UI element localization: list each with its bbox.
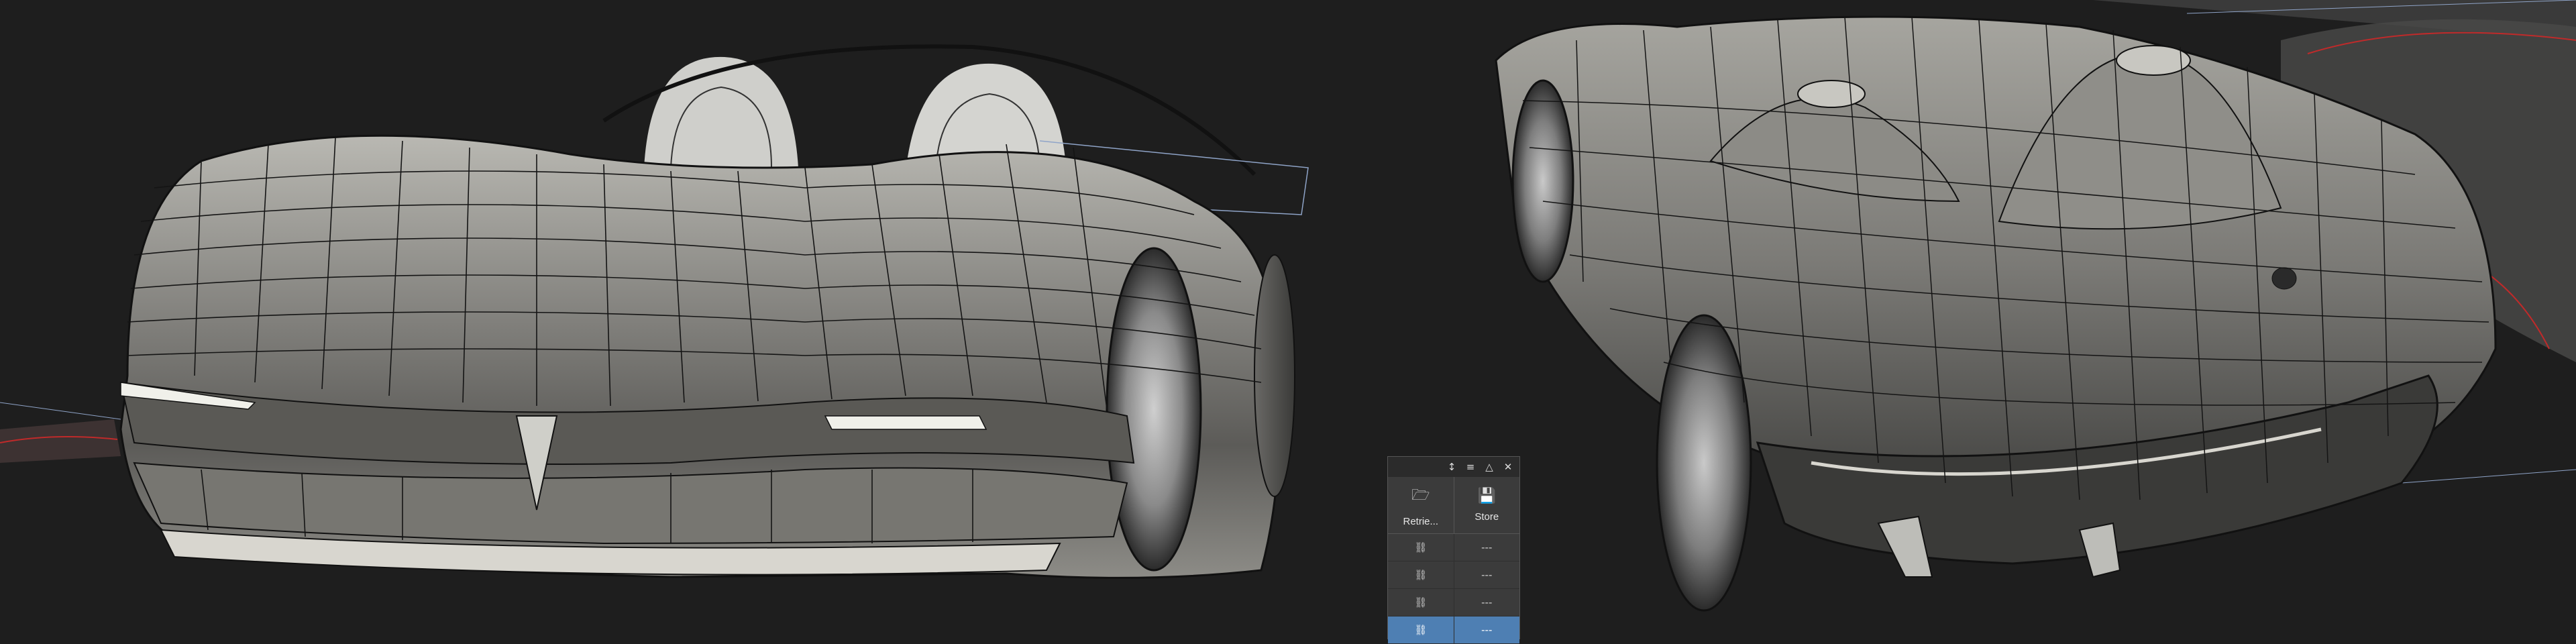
list-item[interactable]: ⛓ --- xyxy=(1388,561,1519,589)
triangle-icon[interactable]: △ xyxy=(1482,460,1497,474)
menu-icon[interactable]: ≡ xyxy=(1463,460,1478,474)
store-label: Store xyxy=(1474,511,1499,523)
close-icon[interactable]: ✕ xyxy=(1501,460,1515,474)
car-front-model xyxy=(0,44,1309,579)
panel-titlebar[interactable]: ↕ ≡ △ ✕ xyxy=(1388,457,1519,477)
item-value: --- xyxy=(1481,541,1493,553)
car-rear-model xyxy=(1495,0,2576,612)
item-value: --- xyxy=(1481,596,1493,608)
pin-icon[interactable]: ↕ xyxy=(1444,460,1459,474)
item-value: --- xyxy=(1481,624,1493,636)
list-item[interactable]: ⛓ --- xyxy=(1388,589,1519,616)
panel-toolbar: 🗁 Retrie... 💾 Store xyxy=(1388,477,1519,534)
save-icon: 💾 xyxy=(1477,488,1496,504)
viewport-front-view[interactable] xyxy=(0,0,1382,639)
stored-items-list: ⛓ --- ⛓ --- ⛓ --- ⛓ --- xyxy=(1388,534,1519,644)
store-button[interactable]: 💾 Store xyxy=(1454,477,1520,533)
link-icon[interactable]: ⛓ xyxy=(1388,589,1454,616)
item-value: --- xyxy=(1481,569,1493,581)
retrieve-label: Retrie... xyxy=(1403,515,1438,527)
link-icon[interactable]: ⛓ xyxy=(1388,561,1454,588)
folder-open-icon: 🗁 xyxy=(1411,486,1430,504)
retrieve-button[interactable]: 🗁 Retrie... xyxy=(1388,477,1454,533)
link-icon[interactable]: ⛓ xyxy=(1388,616,1454,643)
list-item[interactable]: ⛓ --- xyxy=(1388,534,1519,561)
link-icon[interactable]: ⛓ xyxy=(1388,534,1454,561)
list-item[interactable]: ⛓ --- xyxy=(1388,616,1519,644)
model-store-panel: ↕ ≡ △ ✕ 🗁 Retrie... 💾 Store ⛓ --- ⛓ --- … xyxy=(1387,456,1520,644)
viewport-rear-view[interactable] xyxy=(1409,0,2576,639)
